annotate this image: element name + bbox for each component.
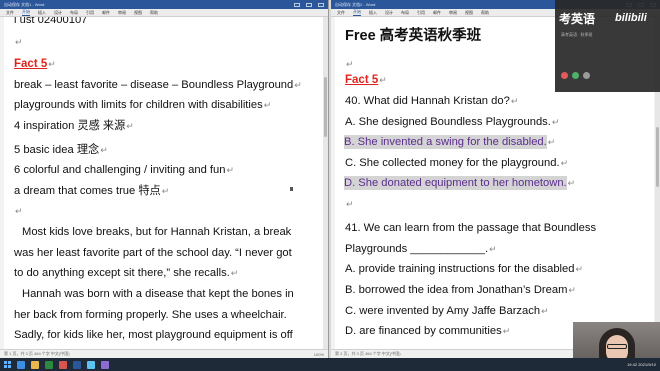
- ribbon-tab-help[interactable]: 帮助: [150, 10, 158, 16]
- ribbon-tab-review[interactable]: 审阅: [449, 10, 457, 16]
- question-41-option-c: C. were invented by Amy Jaffe Barzach↵: [345, 305, 549, 317]
- question-40: 40. What did Hannah Kristan do?↵: [345, 95, 519, 107]
- left-vertical-scrollbar[interactable]: [323, 17, 328, 349]
- doc-line: 4 inspiration 灵感 来源↵: [14, 120, 134, 132]
- passage-line: her back from forming properly. She uses…: [14, 309, 287, 321]
- passage-line: was her least favorite part of the schoo…: [14, 247, 292, 259]
- left-document-page[interactable]: l ust 02400107 ↵ Fact 5↵ break – least f…: [4, 17, 323, 349]
- mic-icon: [572, 72, 579, 79]
- record-icon: [561, 72, 568, 79]
- question-41: 41. We can learn from the passage that B…: [345, 222, 597, 234]
- fact-heading: Fact 5↵: [345, 74, 387, 86]
- left-zoom-level[interactable]: 100%: [314, 352, 324, 357]
- bilibili-logo: bilibili: [615, 12, 647, 24]
- taskbar-clock[interactable]: 19:42 2021/9/10: [627, 362, 656, 367]
- ribbon-tab-mailings[interactable]: 邮件: [433, 10, 441, 16]
- word-icon[interactable]: [73, 360, 81, 369]
- paragraph-mark: ↵: [15, 206, 23, 216]
- left-ribbon-tabs: 文件 开始 插入 设计 布局 引用 邮件 审阅 视图 帮助: [0, 9, 328, 17]
- doc-line: playgrounds with limits for children wit…: [14, 99, 272, 111]
- windows-start-icon[interactable]: [4, 361, 11, 368]
- ribbon-tab-design[interactable]: 设计: [385, 10, 393, 16]
- ribbon-tab-insert[interactable]: 插入: [369, 10, 377, 16]
- passage-line: to do anything except sit there,” she re…: [14, 267, 239, 279]
- windows-taskbar: 19:42 2021/9/10: [0, 358, 660, 371]
- question-41-option-b: B. borrowed the idea from Jonathan’s Dre…: [345, 284, 576, 296]
- paragraph-mark: ↵: [15, 37, 23, 47]
- doc-line: 5 basic idea 理念↵: [14, 144, 108, 156]
- ribbon-tab-layout[interactable]: 布局: [401, 10, 409, 16]
- presenter-glasses: [607, 344, 627, 349]
- ribbon-tab-help[interactable]: 帮助: [481, 10, 489, 16]
- ribbon-tab-view[interactable]: 视图: [465, 10, 473, 16]
- left-status-bar: 第 1 页，共 3 页 464 个字 中文(中国) 100%: [0, 349, 328, 358]
- media-icon[interactable]: [101, 360, 109, 369]
- left-status-text: 第 1 页，共 3 页 464 个字 中文(中国): [4, 351, 70, 356]
- ribbon-tab-layout[interactable]: 布局: [70, 10, 78, 16]
- doc-line: l ust 02400107: [14, 17, 88, 26]
- left-title-text: 自动保存 文档1 - Word: [4, 1, 45, 7]
- bilibili-stream-overlay: 考英语 bilibili 高考英语 · 秋季班: [555, 0, 660, 92]
- question-40-option-d: D. She donated equipment to her hometown…: [344, 176, 576, 190]
- left-word-window: 自动保存 文档1 - Word 文件 开始 插入 设计 布局 引用 邮件 审阅 …: [0, 0, 329, 358]
- settings-icon: [583, 72, 590, 79]
- ribbon-tab-review[interactable]: 审阅: [118, 10, 126, 16]
- question-40-option-a: A. She designed Boundless Playgrounds.↵: [345, 116, 560, 128]
- passage-line: Hannah was born with a disease that kept…: [22, 288, 294, 300]
- ribbon-tab-design[interactable]: 设计: [54, 10, 62, 16]
- overlay-brand-text: 考英语: [559, 12, 596, 26]
- fact-heading: Fact 5↵: [14, 58, 56, 70]
- passage-line: Sadly, for kids like her, most playgroun…: [14, 329, 293, 341]
- question-40-option-b: B. She invented a swing for the disabled…: [344, 135, 556, 149]
- question-40-option-c: C. She collected money for the playgroun…: [345, 157, 569, 169]
- ribbon-tab-mailings[interactable]: 邮件: [102, 10, 110, 16]
- question-41-option-d: D. are financed by communities↵: [345, 325, 511, 337]
- ribbon-tab-references[interactable]: 引用: [417, 10, 425, 16]
- question-41-option-a: A. provide training instructions for the…: [345, 263, 584, 275]
- doc-line: 6 colorful and challenging / inviting an…: [14, 164, 235, 176]
- right-title-text: 自动保存 文档2 - Word: [335, 1, 376, 7]
- right-status-text: 第 2 页，共 3 页 464 个字 中文(中国): [335, 351, 401, 356]
- left-titlebar: 自动保存 文档1 - Word: [0, 0, 328, 9]
- paragraph-mark: ↵: [346, 59, 354, 69]
- overlay-icons: [561, 72, 590, 79]
- question-41-blank: Playgrounds ____________.↵: [345, 243, 497, 255]
- document-heading: Free 高考英语秋季班: [345, 28, 482, 44]
- chat-icon[interactable]: [87, 360, 95, 369]
- ribbon-tab-home[interactable]: 开始: [22, 9, 30, 16]
- left-scroll-thumb[interactable]: [324, 77, 327, 137]
- doc-line: break – least favorite – disease – Bound…: [14, 79, 302, 91]
- minimize-button[interactable]: [294, 2, 300, 7]
- ribbon-tab-file[interactable]: 文件: [337, 10, 345, 16]
- ribbon-tab-references[interactable]: 引用: [86, 10, 94, 16]
- browser-icon[interactable]: [45, 360, 53, 369]
- right-scroll-thumb[interactable]: [656, 127, 659, 187]
- search-icon[interactable]: [17, 360, 25, 369]
- app-icon[interactable]: [59, 360, 67, 369]
- ribbon-tab-insert[interactable]: 插入: [38, 10, 46, 16]
- overlay-subtitle: 高考英语 · 秋季班: [561, 32, 593, 37]
- paragraph-mark: ↵: [346, 199, 354, 209]
- ribbon-tab-view[interactable]: 视图: [134, 10, 142, 16]
- ribbon-tab-home[interactable]: 开始: [353, 9, 361, 16]
- doc-line: a dream that comes true 特点↵: [14, 185, 170, 197]
- screen: 自动保存 文档1 - Word 文件 开始 插入 设计 布局 引用 邮件 审阅 …: [0, 0, 660, 371]
- close-button[interactable]: [318, 2, 324, 7]
- file-explorer-icon[interactable]: [31, 360, 39, 369]
- maximize-button[interactable]: [306, 2, 312, 7]
- ribbon-tab-file[interactable]: 文件: [6, 10, 14, 16]
- passage-line: Most kids love breaks, but for Hannah Kr…: [22, 226, 292, 238]
- mouse-cursor: [290, 187, 293, 191]
